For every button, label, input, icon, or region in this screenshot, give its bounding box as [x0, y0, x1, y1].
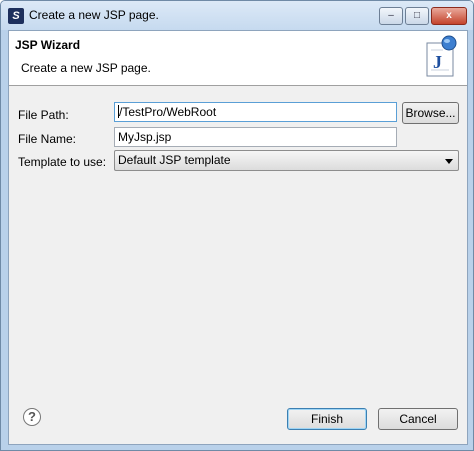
maximize-button[interactable]: □ — [405, 7, 429, 25]
file-path-input[interactable]: /TestPro/WebRoot — [114, 102, 397, 122]
help-icon[interactable]: ? — [23, 408, 41, 426]
app-icon: S — [8, 8, 24, 24]
template-selected-value: Default JSP template — [118, 153, 231, 167]
file-name-input[interactable]: MyJsp.jsp — [114, 127, 397, 147]
wizard-banner: JSP Wizard Create a new JSP page. J — [9, 31, 467, 86]
file-name-label: File Name: — [18, 132, 77, 146]
window-title: Create a new JSP page. — [29, 8, 159, 22]
title-bar[interactable]: S Create a new JSP page. – □ x — [1, 1, 473, 30]
chevron-down-icon — [445, 159, 453, 164]
jsp-wizard-icon: J — [426, 35, 457, 77]
wizard-title: JSP Wizard — [15, 38, 81, 52]
wizard-description: Create a new JSP page. — [21, 61, 151, 75]
template-label: Template to use: — [18, 155, 107, 169]
file-path-label: File Path: — [18, 108, 69, 122]
file-name-value: MyJsp.jsp — [118, 130, 172, 144]
dialog-client-area: JSP Wizard Create a new JSP page. J File… — [8, 30, 468, 445]
browse-button[interactable]: Browse... — [402, 102, 459, 124]
cancel-button[interactable]: Cancel — [378, 408, 458, 430]
file-path-value: /TestPro/WebRoot — [119, 105, 217, 119]
minimize-button[interactable]: – — [379, 7, 403, 25]
jsp-icon-letter: J — [433, 52, 442, 72]
finish-button[interactable]: Finish — [287, 408, 367, 430]
close-button[interactable]: x — [431, 7, 467, 25]
template-select[interactable]: Default JSP template — [114, 150, 459, 171]
dialog-window: S Create a new JSP page. – □ x JSP Wizar… — [0, 0, 474, 451]
